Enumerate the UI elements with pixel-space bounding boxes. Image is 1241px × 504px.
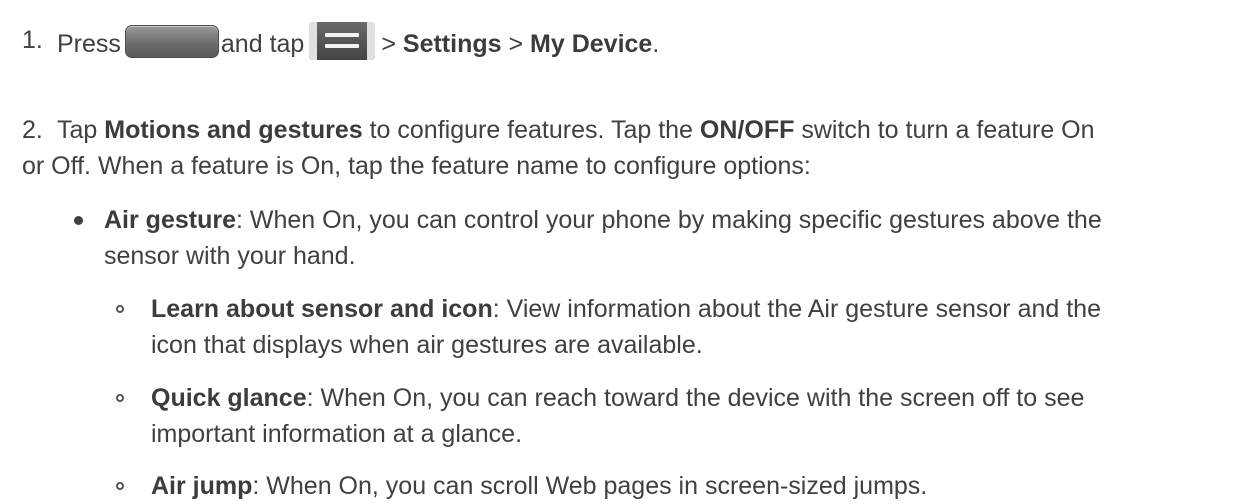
air-jump-line: Air jump: When On, you can scroll Web pa… <box>151 468 1226 504</box>
step-number: 2. <box>22 116 43 144</box>
my-device-label: My Device <box>530 30 653 58</box>
quick-glance-label: Quick glance <box>151 384 307 412</box>
motions-label: Motions and gestures <box>104 116 363 144</box>
learn-text: : View information about the Air gesture… <box>492 295 1101 323</box>
air-gesture-text: : When On, you can control your phone by… <box>235 206 1102 234</box>
learn-label: Learn about sensor and icon <box>151 295 493 323</box>
air-jump-text: : When On, you can scroll Web pages in s… <box>252 472 928 500</box>
quick-line-1: Quick glance: When On, you can reach tow… <box>151 380 1226 416</box>
and-tap-text: and tap <box>220 30 305 58</box>
period: . <box>652 30 660 58</box>
learn-line-1: Learn about sensor and icon: View inform… <box>151 291 1226 327</box>
sub-bullet-icon <box>116 394 124 402</box>
step-2-mid-text: to configure features. Tap the <box>369 116 693 144</box>
separator: > <box>508 30 524 58</box>
quick-text: : When On, you can reach toward the devi… <box>306 384 1085 412</box>
bullet-icon <box>74 216 83 225</box>
menu-key-icon <box>309 22 376 60</box>
onoff-label: ON/OFF <box>699 116 795 144</box>
settings-label: Settings <box>402 30 502 58</box>
quick-line-2: important information at a glance. <box>151 420 523 448</box>
sub-bullet-icon <box>116 305 124 313</box>
step-1-text: Press and tap > Settings > My Device. <box>57 22 1217 62</box>
step-2-line-1: Tap Motions and gestures to configure fe… <box>57 112 1217 148</box>
tap-text: Tap <box>57 116 98 144</box>
air-jump-label: Air jump <box>151 472 253 500</box>
step-number: 1. <box>22 26 43 54</box>
air-gesture-line-1: Air gesture: When On, you can control yo… <box>104 202 1224 238</box>
air-gesture-label: Air gesture <box>104 206 236 234</box>
learn-line-2: icon that displays when air gestures are… <box>151 331 703 359</box>
press-text: Press <box>57 30 121 58</box>
home-key-icon <box>124 25 219 58</box>
separator: > <box>381 30 396 58</box>
step-2-tail-text: switch to turn a feature On <box>801 116 1095 144</box>
step-2-line-2: or Off. When a feature is On, tap the fe… <box>22 152 811 180</box>
air-gesture-line-2: sensor with your hand. <box>104 242 356 270</box>
sub-bullet-icon <box>116 482 124 490</box>
